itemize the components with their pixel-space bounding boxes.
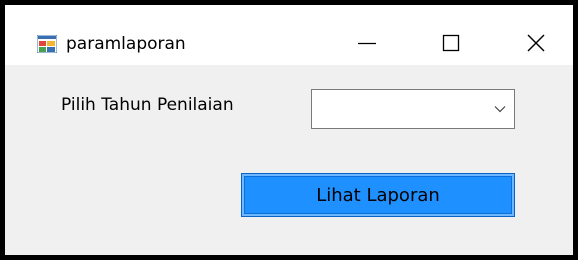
maximize-icon (442, 34, 460, 52)
form-body: Pilih Tahun Penilaian Lihat Laporan (5, 65, 573, 255)
minimize-icon (358, 42, 376, 45)
window-frame: paramlaporan Pilih Tahun Penilaian Lihat… (0, 0, 578, 260)
close-button[interactable] (513, 21, 559, 65)
close-icon (527, 34, 545, 52)
year-label: Pilih Tahun Penilaian (61, 95, 234, 115)
title-bar: paramlaporan (5, 5, 573, 65)
window-title: paramlaporan (66, 34, 186, 54)
maximize-button[interactable] (428, 21, 474, 65)
year-select[interactable] (311, 89, 515, 129)
windows-form-icon (37, 35, 57, 53)
view-report-button[interactable]: Lihat Laporan (241, 173, 515, 217)
minimize-button[interactable] (344, 21, 390, 65)
chevron-down-icon[interactable] (494, 105, 506, 113)
